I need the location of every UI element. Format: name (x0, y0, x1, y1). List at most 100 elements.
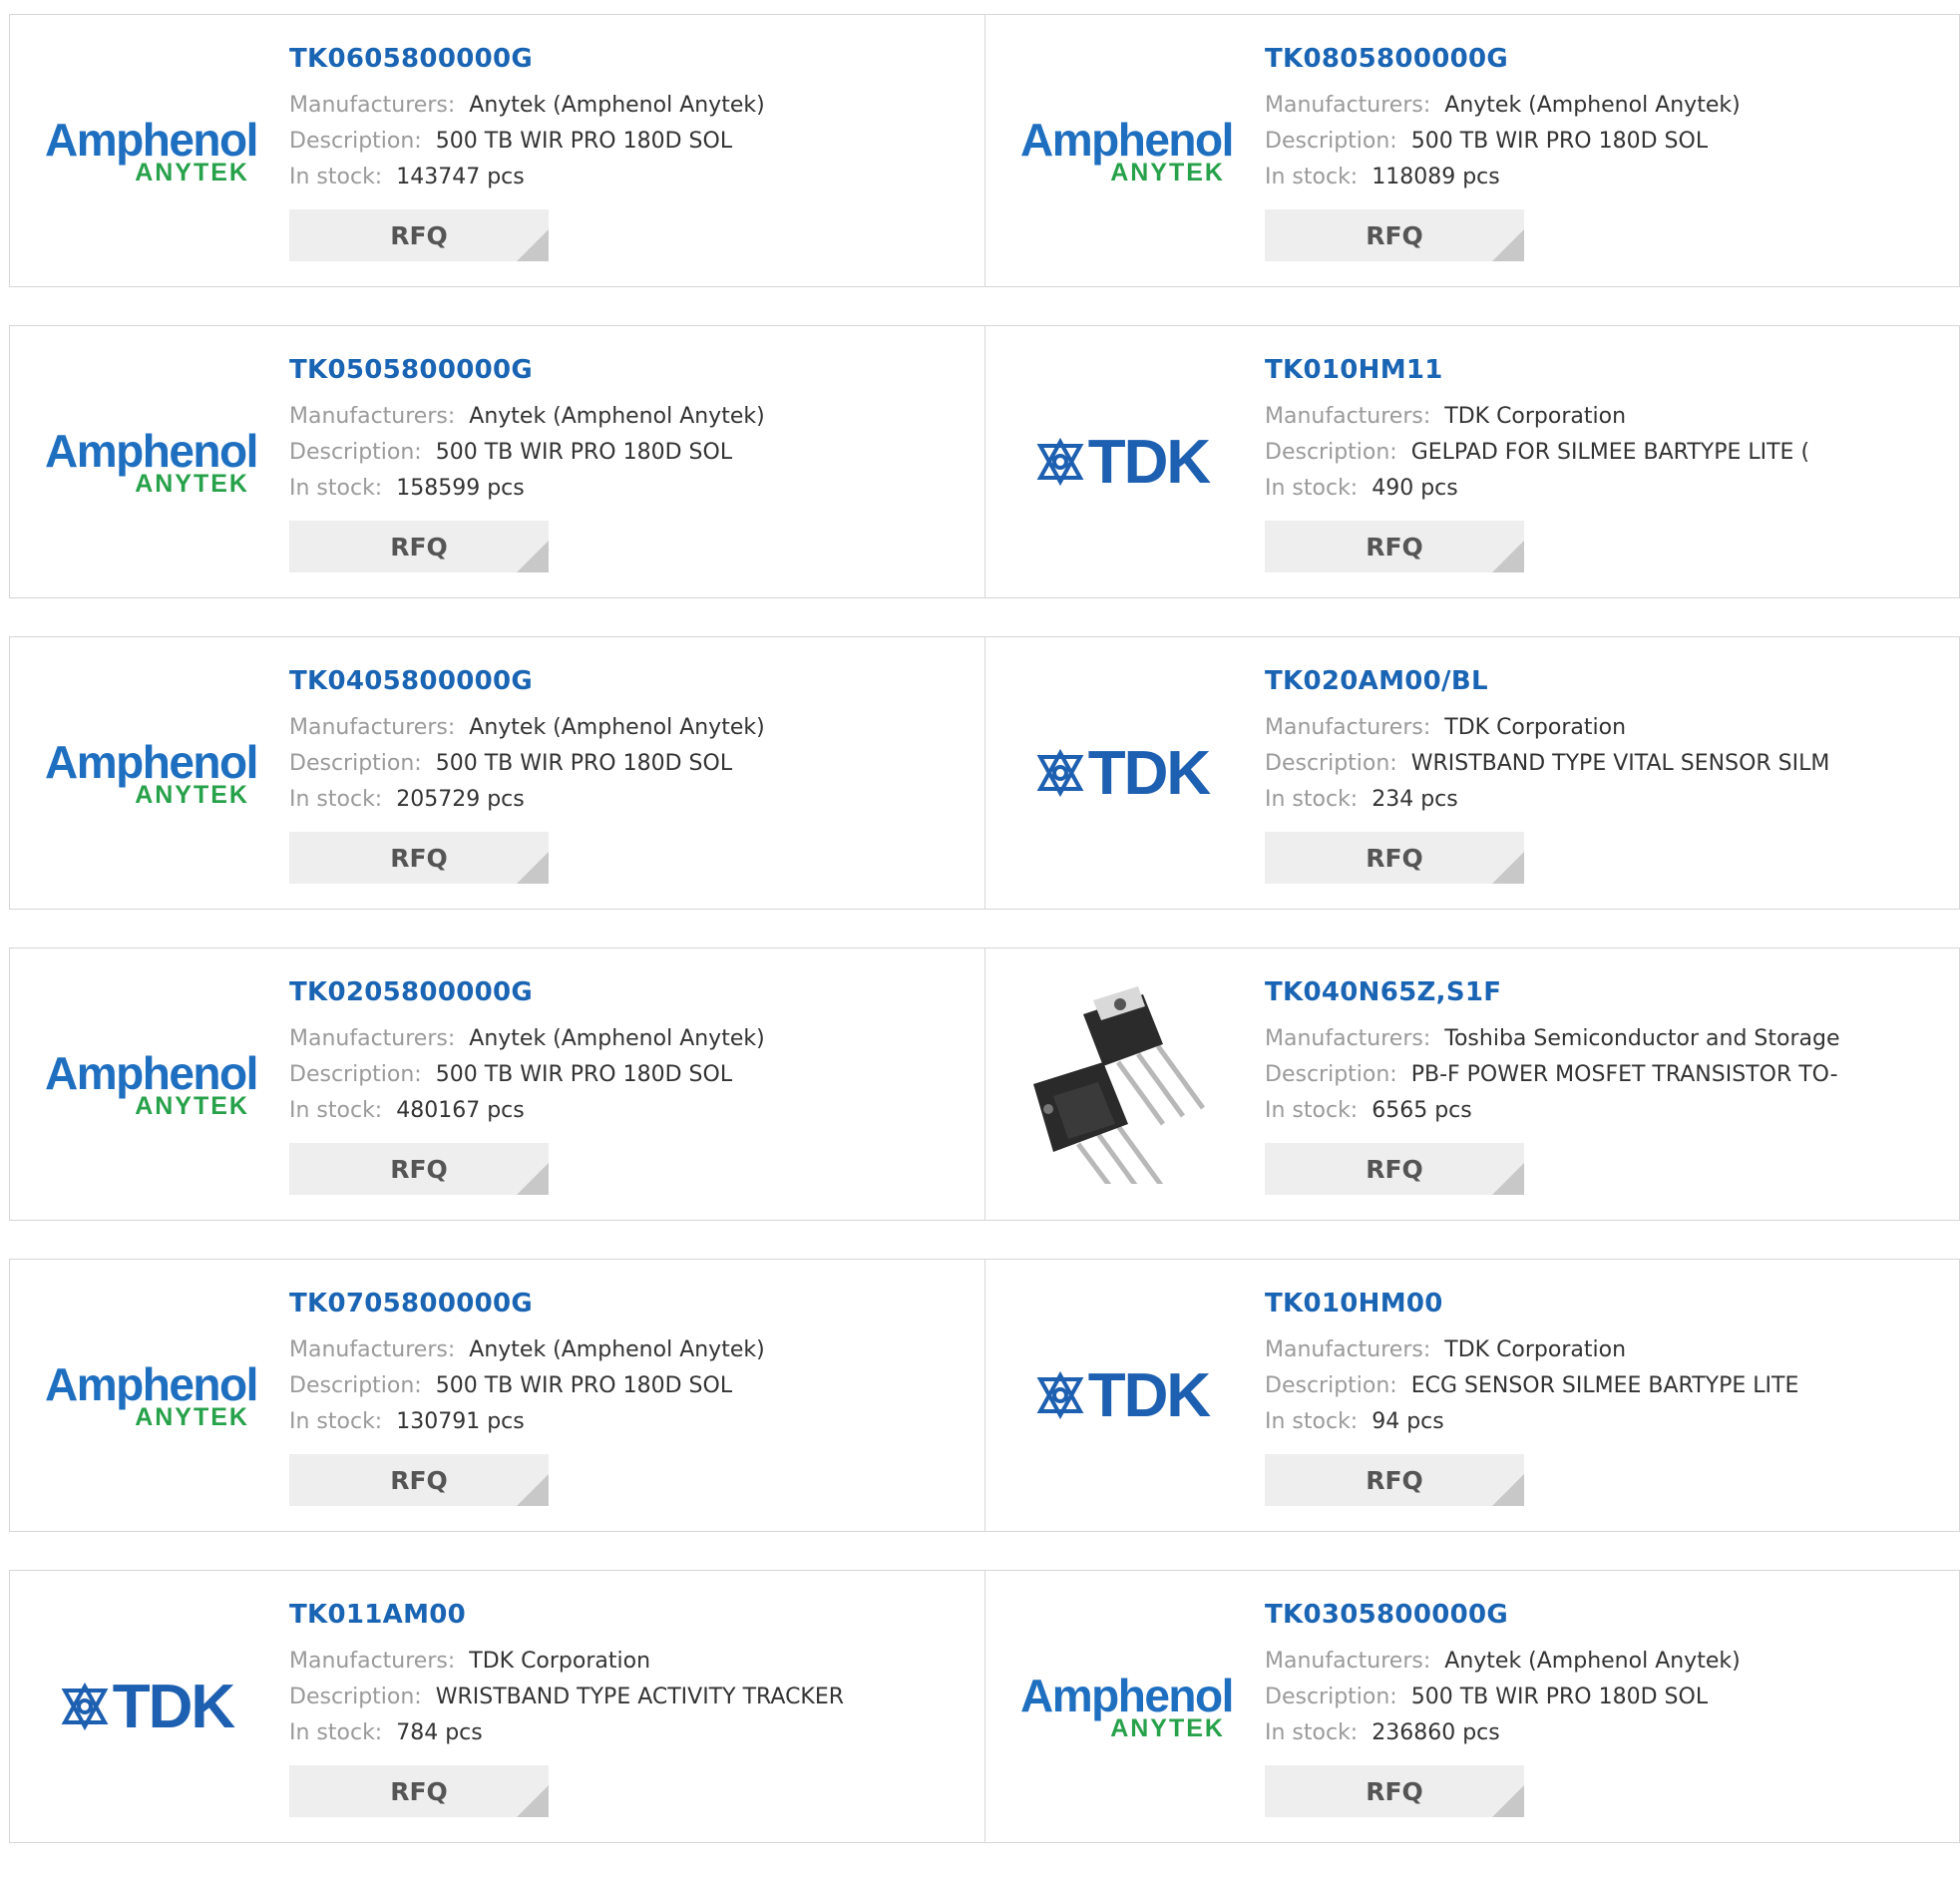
description-label: Description: (1265, 751, 1397, 776)
rfq-button[interactable]: RFQ (1265, 209, 1524, 261)
manufacturer-logo[interactable]: Amphenol ANYTEK (40, 397, 258, 527)
part-number-link[interactable]: TK0605800000G (289, 43, 765, 75)
product-info: TK0605800000G Manufacturers: Anytek (Amph… (289, 43, 765, 261)
logo-wordmark: Amphenol (45, 1358, 258, 1410)
description-label: Description: (289, 440, 422, 465)
part-number-link[interactable]: TK0305800000G (1265, 1599, 1741, 1631)
stock-row: In stock: 94 pcs (1265, 1404, 1798, 1440)
description-value: 500 TB WIR PRO 180D SOL (1410, 129, 1709, 154)
rfq-button[interactable]: RFQ (1265, 521, 1524, 572)
rfq-button[interactable]: RFQ (1265, 1765, 1524, 1817)
description-value: GELPAD FOR SILMEE BARTYPE LITE ( (1410, 440, 1810, 465)
description-value: 500 TB WIR PRO 180D SOL (435, 1062, 733, 1087)
description-value: 500 TB WIR PRO 180D SOL (435, 129, 733, 154)
manufacturer-label: Manufacturers: (1265, 93, 1431, 118)
manufacturer-logo[interactable]: Amphenol ANYTEK (40, 708, 258, 838)
rfq-button[interactable]: RFQ (1265, 832, 1524, 884)
manufacturer-value: Anytek (Amphenol Anytek) (469, 1026, 765, 1051)
rfq-button[interactable]: RFQ (289, 521, 549, 572)
part-number-link[interactable]: TK0805800000G (1265, 43, 1741, 75)
stock-value: 234 pcs (1372, 787, 1458, 812)
logo-wordmark: Amphenol (45, 425, 258, 477)
rfq-button[interactable]: RFQ (1265, 1454, 1524, 1506)
description-row: Description: 500 TB WIR PRO 180D SOL (1265, 124, 1741, 160)
product-card: Amphenol ANYTEK TK0705800000G Manufacture… (10, 1260, 984, 1531)
description-label: Description: (289, 129, 422, 154)
stock-label: In stock: (289, 1720, 383, 1745)
manufacturer-logo[interactable]: TDK (40, 1642, 254, 1771)
manufacturer-logo[interactable]: TDK (1015, 708, 1230, 838)
part-number-link[interactable]: TK010HM11 (1265, 354, 1809, 386)
stock-value: 236860 pcs (1372, 1720, 1500, 1745)
part-number-link[interactable]: TK0705800000G (289, 1288, 765, 1319)
manufacturer-logo[interactable]: Amphenol ANYTEK (1015, 1642, 1234, 1771)
product-card: Amphenol ANYTEK TK0505800000G Manufacture… (10, 326, 984, 597)
stock-row: In stock: 784 pcs (289, 1715, 844, 1751)
manufacturer-label: Manufacturers: (1265, 715, 1431, 740)
part-number-link[interactable]: TK040N65Z,S1F (1265, 976, 1840, 1008)
manufacturer-logo[interactable]: Amphenol ANYTEK (1015, 86, 1234, 215)
manufacturer-value: Anytek (Amphenol Anytek) (469, 404, 765, 429)
manufacturer-logo[interactable] (1015, 986, 1230, 1184)
manufacturer-logo[interactable]: Amphenol ANYTEK (40, 1330, 258, 1460)
part-number-link[interactable]: TK020AM00/BL (1265, 665, 1829, 697)
tdk-logo: TDK (1036, 1360, 1211, 1431)
rfq-button[interactable]: RFQ (289, 1454, 549, 1506)
manufacturer-row: Manufacturers: TDK Corporation (1265, 1332, 1798, 1368)
manufacturer-row: Manufacturers: Anytek (Amphenol Anytek) (289, 1332, 765, 1368)
part-number-link[interactable]: TK011AM00 (289, 1599, 844, 1631)
part-number-link[interactable]: TK0505800000G (289, 354, 765, 386)
tdk-emblem-icon (1036, 749, 1084, 797)
rfq-button[interactable]: RFQ (289, 1765, 549, 1817)
stock-label: In stock: (289, 476, 383, 501)
rfq-button[interactable]: RFQ (1265, 1143, 1524, 1195)
manufacturer-row: Manufacturers: Anytek (Amphenol Anytek) (289, 710, 765, 746)
stock-value: 205729 pcs (396, 787, 525, 812)
manufacturer-label: Manufacturers: (289, 715, 456, 740)
stock-label: In stock: (289, 1098, 383, 1123)
description-value: 500 TB WIR PRO 180D SOL (1410, 1685, 1709, 1709)
part-number-link[interactable]: TK010HM00 (1265, 1288, 1798, 1319)
product-row: TDK TK011AM00 Manufacturers: TDK Corporat… (9, 1570, 1960, 1843)
logo-wordmark: TDK (112, 1672, 235, 1741)
description-row: Description: 500 TB WIR PRO 180D SOL (289, 1368, 765, 1404)
corner-fold-icon (1492, 541, 1524, 572)
stock-row: In stock: 143747 pcs (289, 160, 765, 195)
description-label: Description: (1265, 440, 1397, 465)
corner-fold-icon (1492, 852, 1524, 884)
product-info: TK0805800000G Manufacturers: Anytek (Amph… (1265, 43, 1741, 261)
manufacturer-logo[interactable]: TDK (1015, 397, 1230, 527)
part-number-link[interactable]: TK0405800000G (289, 665, 765, 697)
manufacturer-label: Manufacturers: (289, 1649, 456, 1674)
manufacturer-value: Anytek (Amphenol Anytek) (469, 715, 765, 740)
logo-wordmark: Amphenol (45, 736, 258, 788)
tdk-logo: TDK (1036, 738, 1211, 809)
manufacturer-row: Manufacturers: TDK Corporation (1265, 710, 1829, 746)
manufacturer-row: Manufacturers: Anytek (Amphenol Anytek) (289, 88, 765, 124)
product-info: TK020AM00/BL Manufacturers: TDK Corporati… (1265, 665, 1829, 884)
product-card: TDK TK010HM00 Manufacturers: TDK Corporat… (984, 1260, 1959, 1531)
amphenol-anytek-logo: Amphenol ANYTEK (45, 117, 258, 186)
manufacturer-value: TDK Corporation (1444, 1337, 1627, 1362)
description-value: 500 TB WIR PRO 180D SOL (435, 440, 733, 465)
description-label: Description: (289, 751, 422, 776)
manufacturer-label: Manufacturers: (289, 404, 456, 429)
rfq-button[interactable]: RFQ (289, 832, 549, 884)
corner-fold-icon (517, 1785, 549, 1817)
amphenol-anytek-logo: Amphenol ANYTEK (45, 1358, 258, 1430)
manufacturer-logo[interactable]: Amphenol ANYTEK (40, 1019, 258, 1149)
product-info: TK0305800000G Manufacturers: Anytek (Amph… (1265, 1599, 1741, 1817)
manufacturer-row: Manufacturers: Anytek (Amphenol Anytek) (289, 1021, 765, 1057)
rfq-button[interactable]: RFQ (289, 209, 549, 261)
manufacturer-value: Anytek (Amphenol Anytek) (1444, 1649, 1741, 1674)
stock-row: In stock: 205729 pcs (289, 782, 765, 818)
rfq-button[interactable]: RFQ (289, 1143, 549, 1195)
manufacturer-label: Manufacturers: (289, 1337, 456, 1362)
product-card: TK040N65Z,S1F Manufacturers: Toshiba Semi… (984, 948, 1959, 1220)
manufacturer-logo[interactable]: TDK (1015, 1330, 1230, 1460)
part-number-link[interactable]: TK0205800000G (289, 976, 765, 1008)
manufacturer-value: TDK Corporation (1444, 715, 1627, 740)
tdk-emblem-icon (1036, 1371, 1084, 1419)
manufacturer-logo[interactable]: Amphenol ANYTEK (40, 86, 258, 215)
rfq-label: RFQ (1366, 1154, 1423, 1184)
